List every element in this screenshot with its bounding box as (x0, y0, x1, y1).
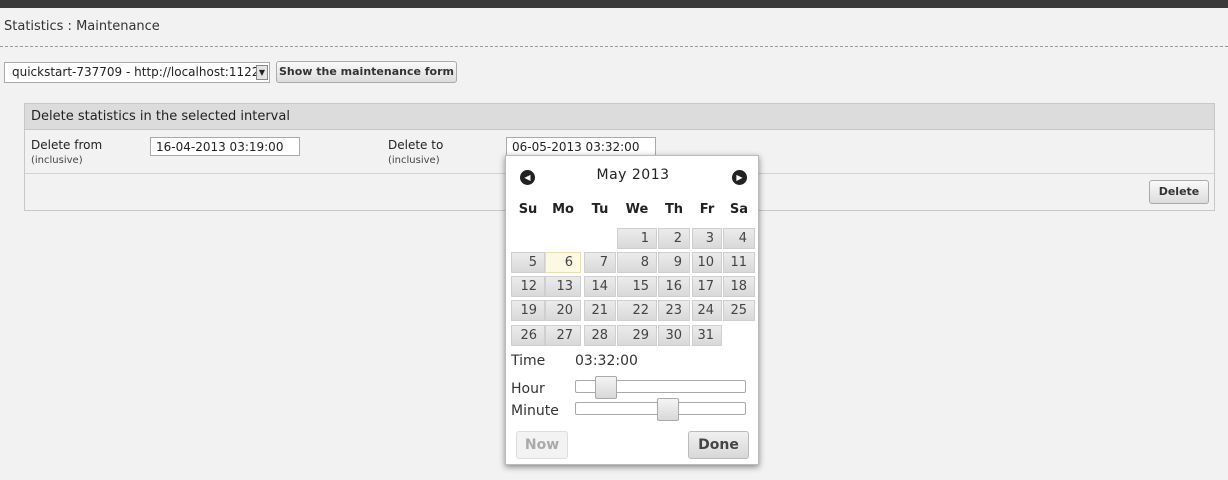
panel-title: Delete statistics in the selected interv… (25, 104, 1214, 130)
calendar-day[interactable]: 1 (617, 228, 657, 249)
calendar-day[interactable]: 17 (692, 276, 722, 297)
calendar-day[interactable]: 27 (545, 325, 581, 346)
calendar-day[interactable]: 9 (658, 252, 690, 273)
weekday-header-we: We (625, 202, 649, 217)
calendar-day[interactable]: 18 (723, 276, 755, 297)
now-button[interactable]: Now (516, 431, 568, 459)
delete-from-label: Delete from (31, 138, 103, 152)
calendar-day[interactable]: 12 (511, 276, 545, 297)
delete-from-inclusive-note: (inclusive) (31, 155, 83, 166)
done-button[interactable]: Done (688, 431, 749, 459)
calendar-day[interactable]: 3 (692, 228, 722, 249)
calendar-day[interactable]: 6 (545, 252, 581, 273)
calendar-day[interactable]: 22 (617, 300, 657, 321)
calendar-day[interactable]: 15 (617, 276, 657, 297)
minute-slider-handle[interactable] (657, 398, 679, 421)
calendar-day[interactable]: 2 (658, 228, 690, 249)
minute-label: Minute (511, 403, 559, 419)
weekday-header-mo: Mo (552, 202, 574, 217)
calendar-day[interactable]: 5 (511, 252, 545, 273)
server-select[interactable]: quickstart-737709 - http://localhost:112… (4, 62, 270, 83)
weekday-header-sa: Sa (729, 202, 749, 217)
weekday-header-th: Th (664, 202, 684, 217)
hour-label: Hour (511, 381, 545, 397)
calendar-day[interactable]: 19 (511, 300, 545, 321)
chevron-down-icon[interactable]: ▼ (256, 65, 268, 80)
weekday-header-tu: Tu (591, 202, 609, 217)
picker-month-title: May 2013 (596, 167, 670, 183)
time-value: 03:32:00 (575, 353, 638, 369)
weekday-header-fr: Fr (699, 202, 715, 217)
calendar-day[interactable]: 14 (584, 276, 616, 297)
calendar-day[interactable]: 23 (658, 300, 690, 321)
time-label: Time (511, 353, 546, 369)
calendar-day[interactable]: 21 (584, 300, 616, 321)
hour-slider[interactable] (575, 376, 746, 399)
delete-to-inclusive-note: (inclusive) (388, 155, 440, 166)
calendar-day[interactable]: 11 (723, 252, 755, 273)
hour-slider-handle[interactable] (595, 376, 617, 399)
calendar-day[interactable]: 31 (692, 325, 722, 346)
next-month-icon[interactable]: ▶ (732, 170, 747, 185)
calendar-day[interactable]: 8 (617, 252, 657, 273)
calendar-day[interactable]: 28 (584, 325, 616, 346)
minute-slider[interactable] (575, 398, 746, 421)
prev-month-icon[interactable]: ◀ (520, 170, 535, 185)
calendar-day[interactable]: 29 (617, 325, 657, 346)
calendar-day[interactable]: 16 (658, 276, 690, 297)
page-title: Statistics : Maintenance (4, 19, 160, 34)
calendar-day[interactable]: 25 (723, 300, 755, 321)
show-maintenance-form-button[interactable]: Show the maintenance form (276, 61, 457, 83)
title-divider (0, 46, 1228, 47)
delete-to-input[interactable]: 06-05-2013 03:32:00 (506, 137, 656, 156)
delete-to-label: Delete to (388, 138, 444, 152)
calendar-day[interactable]: 26 (511, 325, 545, 346)
calendar-day[interactable]: 20 (545, 300, 581, 321)
calendar-day[interactable]: 10 (692, 252, 722, 273)
calendar-day[interactable]: 24 (692, 300, 722, 321)
top-bar (0, 0, 1228, 8)
calendar-day[interactable]: 13 (545, 276, 581, 297)
calendar-day[interactable]: 7 (584, 252, 616, 273)
server-select-value: quickstart-737709 - http://localhost:112… (12, 65, 267, 79)
weekday-header-su: Su (518, 202, 538, 217)
calendar-day[interactable]: 4 (723, 228, 755, 249)
calendar-day[interactable]: 30 (658, 325, 690, 346)
delete-button[interactable]: Delete (1149, 180, 1209, 204)
delete-from-input[interactable]: 16-04-2013 03:19:00 (150, 137, 300, 156)
datetime-picker: May 2013 ◀ ▶ Time 03:32:00 Hour Minute N… (505, 155, 759, 465)
